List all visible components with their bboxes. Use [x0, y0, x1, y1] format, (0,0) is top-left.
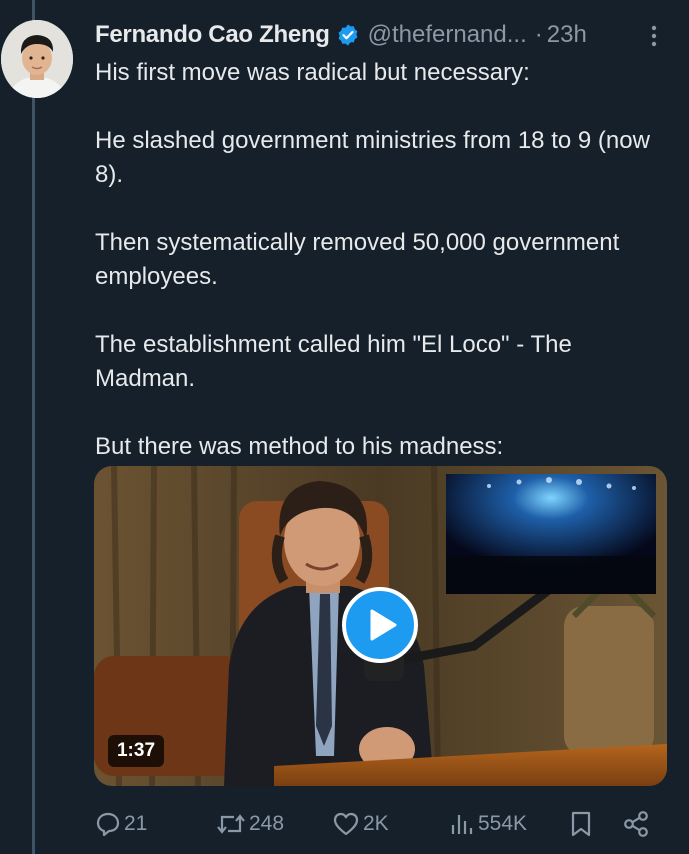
reply-icon	[96, 812, 120, 837]
author-name[interactable]: Fernando Cao Zheng	[95, 21, 330, 49]
repost-button[interactable]: 248	[216, 808, 284, 840]
like-button[interactable]: 2K	[332, 808, 389, 840]
like-count: 2K	[363, 812, 389, 835]
view-count: 554K	[478, 812, 528, 835]
play-icon	[370, 609, 397, 641]
more-options-icon[interactable]	[649, 24, 659, 48]
views-icon	[451, 815, 473, 834]
reply-count: 21	[124, 812, 148, 835]
avatar[interactable]	[1, 20, 73, 98]
tweet-paragraph: The establishment called him "El Loco" -…	[95, 331, 572, 392]
tweet-header: Fernando Cao Zheng @thefernand... · 23h	[95, 18, 659, 52]
thread-line	[32, 0, 35, 854]
bookmark-button[interactable]	[569, 808, 593, 840]
tweet-actions-bar: 21 248 2K 554K	[0, 808, 689, 840]
play-button[interactable]	[342, 587, 418, 663]
tweet-paragraph: He slashed government ministries from 18…	[95, 127, 650, 188]
views-button[interactable]: 554K	[449, 808, 527, 840]
author-handle[interactable]: @thefernand...	[368, 21, 527, 49]
share-button[interactable]	[622, 808, 650, 840]
video-duration-badge: 1:37	[108, 735, 164, 767]
separator-dot: ·	[534, 21, 543, 48]
bookmark-icon	[571, 811, 591, 837]
reply-button[interactable]: 21	[95, 808, 147, 840]
timestamp[interactable]: 23h	[547, 21, 587, 49]
tweet-paragraph: Then systematically removed 50,000 gover…	[95, 229, 620, 290]
repost-icon	[217, 814, 245, 834]
verified-badge-icon	[336, 23, 360, 47]
repost-count: 248	[249, 812, 285, 835]
tweet-paragraph: His first move was radical but necessary…	[95, 59, 530, 86]
tweet-paragraph: But there was method to his madness:	[95, 433, 504, 460]
like-icon	[333, 812, 359, 836]
share-icon	[624, 811, 648, 837]
tweet-text: His first move was radical but necessary…	[95, 56, 655, 464]
